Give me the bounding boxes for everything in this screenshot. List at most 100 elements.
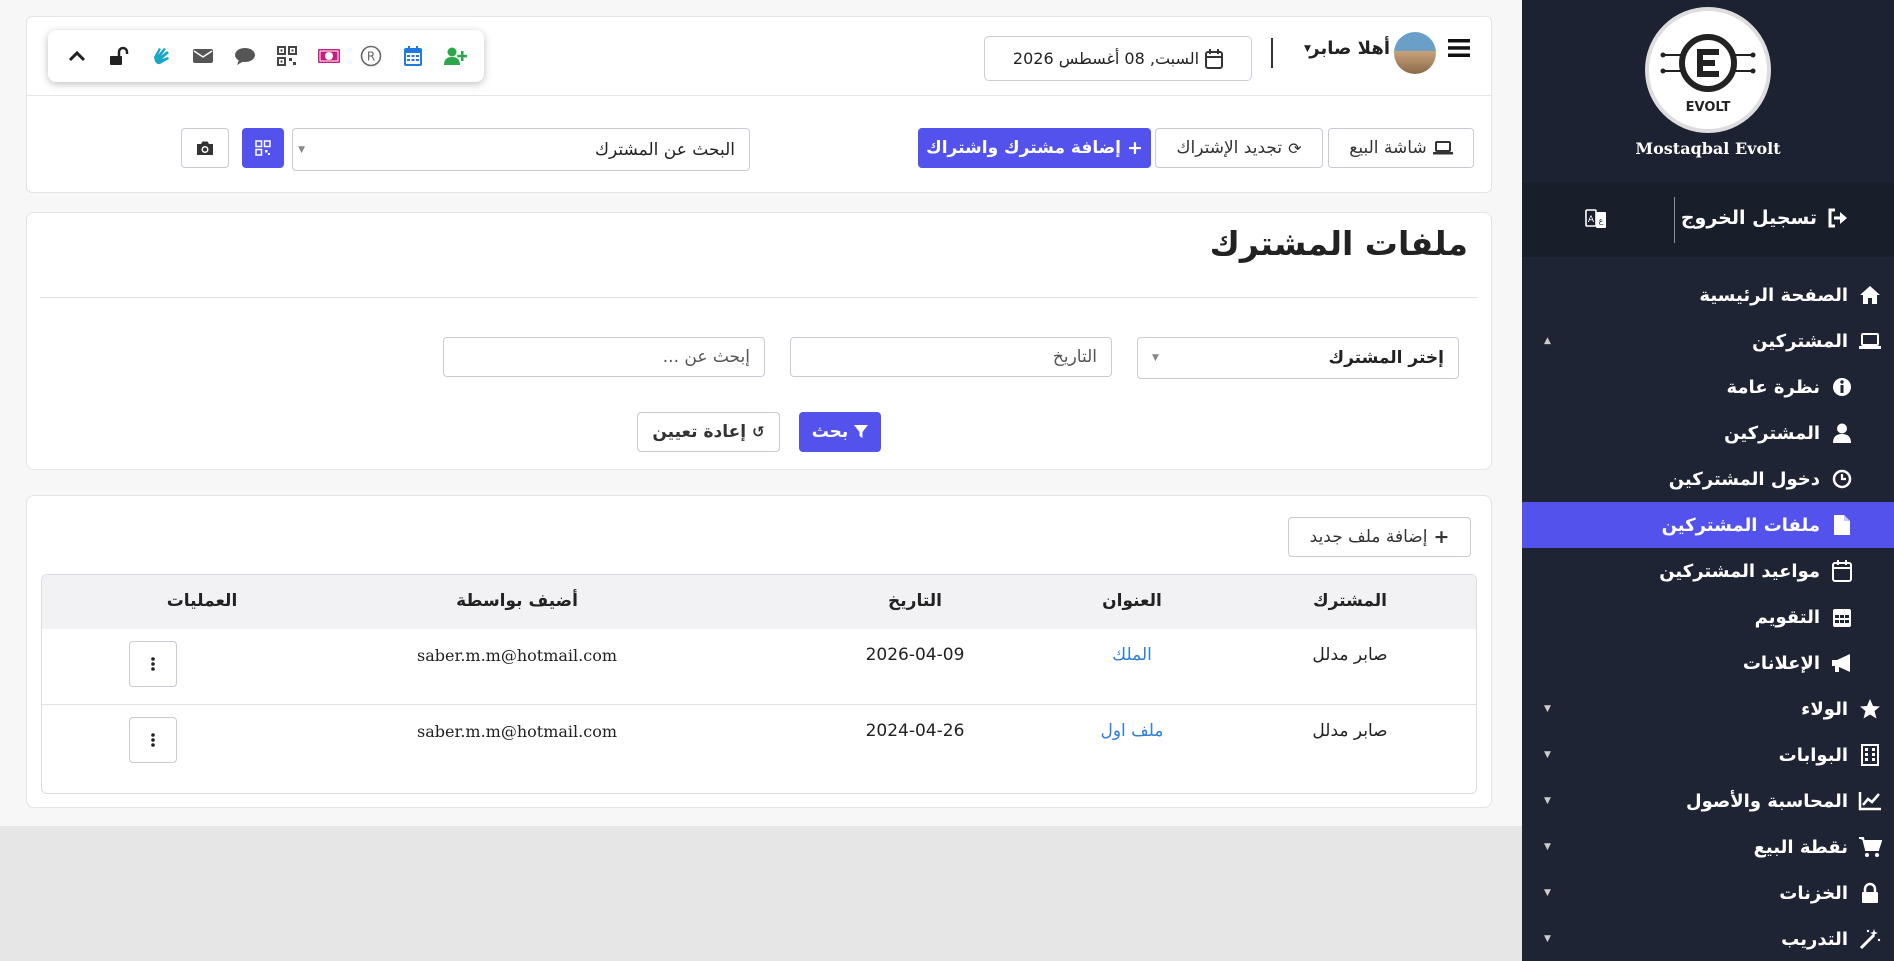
sidebar-item-label: مواعيد المشتركين	[1659, 560, 1820, 582]
sidebar-item-loyalty[interactable]: الولاء ▼	[1522, 686, 1894, 732]
search-input[interactable]	[443, 337, 765, 377]
sidebar-item-accounting[interactable]: المحاسبة والأصول ▼	[1522, 778, 1894, 824]
camera-icon	[197, 141, 213, 155]
home-icon	[1858, 283, 1882, 307]
svg-text:R: R	[367, 50, 375, 64]
cell-added-by: saber.m.m@hotmail.com	[416, 722, 618, 741]
registered-icon[interactable]: R	[359, 44, 383, 68]
sidebar-item-member-appointments[interactable]: مواعيد المشتركين	[1522, 548, 1894, 594]
laptop-icon	[1432, 141, 1453, 155]
caret-down-icon: ▼	[1544, 750, 1551, 760]
sidebar-item-label: ملفات المشتركين	[1661, 514, 1820, 536]
building-icon	[1858, 743, 1882, 767]
cell-title-link[interactable]: الملك	[1042, 645, 1222, 665]
svg-text:ع: ع	[1599, 216, 1604, 225]
user-icon	[1830, 421, 1854, 445]
unlock-icon[interactable]	[107, 44, 131, 68]
renew-subscription-label: تجديد الإشتراك	[1176, 138, 1283, 158]
reset-button[interactable]: ↺ إعادة تعيين	[637, 412, 780, 452]
sidebar-item-home[interactable]: الصفحة الرئيسية	[1522, 272, 1894, 318]
svg-text:EVOLT: EVOLT	[1686, 100, 1731, 115]
select-caret-icon: ▼	[298, 144, 305, 155]
sidebar-item-member-files[interactable]: ملفات المشتركين	[1522, 502, 1894, 548]
sidebar-item-training[interactable]: التدريب ▼	[1522, 916, 1894, 961]
sidebar-item-announcements[interactable]: الإعلانات	[1522, 640, 1894, 686]
sidebar-item-pos[interactable]: نقطة البيع ▼	[1522, 824, 1894, 870]
lock-icon	[1858, 881, 1882, 905]
pos-screen-label: شاشة البيع	[1349, 138, 1427, 158]
add-file-button[interactable]: + إضافة ملف جديد	[1288, 517, 1471, 557]
chevron-up-icon[interactable]	[65, 44, 89, 68]
camera-button[interactable]	[181, 128, 229, 168]
sidebar: EVOLT Mostaqbal Evolt تسجيل الخروج Aع ال…	[1522, 0, 1894, 961]
date-filter-input[interactable]	[790, 337, 1112, 377]
sidebar-item-label: الخزنات	[1779, 882, 1848, 904]
sidebar-item-label: دخول المشتركين	[1668, 468, 1820, 490]
sidebar-item-members[interactable]: المشتركين ▲	[1522, 318, 1894, 364]
language-icon[interactable]: Aع	[1584, 207, 1608, 231]
sidebar-item-overview[interactable]: نظرة عامة	[1522, 364, 1894, 410]
money-icon[interactable]	[317, 44, 341, 68]
add-file-label: إضافة ملف جديد	[1309, 527, 1428, 547]
renew-subscription-button[interactable]: ⟳ تجديد الإشتراك	[1155, 128, 1323, 168]
sidebar-item-label: الصفحة الرئيسية	[1699, 284, 1848, 306]
filter-icon	[854, 425, 869, 438]
user-greeting[interactable]: أهلا صابر	[1304, 38, 1390, 59]
member-select[interactable]: إختر المشترك ▼	[1137, 337, 1459, 379]
sidebar-item-label: المشتركين	[1724, 422, 1820, 444]
caret-up-icon: ▲	[1544, 336, 1551, 346]
sidebar-item-label: التقويم	[1754, 606, 1820, 628]
sidebar-menu: الصفحة الرئيسية المشتركين ▲ نظرة عامة ال…	[1522, 272, 1894, 961]
user-plus-icon[interactable]	[443, 44, 467, 68]
quick-toolbar: R	[48, 30, 484, 82]
column-header-added-by: أضيف بواسطة	[456, 591, 578, 611]
calendar-icon	[1830, 559, 1854, 583]
current-date: السبت, 08 أغسطس 2026	[1012, 49, 1200, 68]
column-header-actions: العمليات	[166, 591, 238, 611]
reset-button-label: إعادة تعيين	[652, 422, 747, 442]
sidebar-item-members-list[interactable]: المشتركين	[1522, 410, 1894, 456]
caret-down-icon: ▼	[1544, 704, 1551, 714]
qrcode-icon[interactable]	[275, 44, 299, 68]
hand-icon[interactable]	[149, 44, 173, 68]
calendar-outline-icon	[1205, 48, 1224, 69]
sidebar-item-gates[interactable]: البوابات ▼	[1522, 732, 1894, 778]
search-button-label: بحث	[811, 422, 849, 442]
member-search-select[interactable]: البحث عن المشترك ▼	[292, 128, 750, 171]
cart-icon	[1858, 835, 1882, 859]
qr-scan-button[interactable]	[242, 128, 284, 168]
info-icon	[1830, 375, 1854, 399]
sidebar-item-calendar[interactable]: التقويم	[1522, 594, 1894, 640]
select-caret-icon: ▼	[1152, 353, 1159, 363]
cell-member: صابر مدلل	[1312, 721, 1388, 741]
search-button[interactable]: بحث	[799, 412, 881, 452]
cell-date: 2024-04-26	[865, 721, 965, 741]
hamburger-menu-icon[interactable]	[1448, 38, 1470, 58]
undo-icon: ↺	[752, 423, 765, 441]
sidebar-item-member-checkin[interactable]: دخول المشتركين	[1522, 456, 1894, 502]
sidebar-item-label: المشتركين	[1752, 330, 1848, 352]
calendar-grid-icon	[1830, 605, 1854, 629]
sidebar-item-safes[interactable]: الخزنات ▼	[1522, 870, 1894, 916]
refresh-icon: ⟳	[1288, 138, 1302, 158]
avatar[interactable]	[1394, 32, 1436, 74]
add-member-subscription-button[interactable]: + إضافة مشترك واشتراك	[918, 128, 1151, 168]
calendar-icon[interactable]	[401, 44, 425, 68]
envelope-icon[interactable]	[191, 44, 215, 68]
pos-screen-button[interactable]: شاشة البيع	[1328, 128, 1474, 168]
date-display: السبت, 08 أغسطس 2026	[984, 36, 1252, 81]
sidebar-item-label: المحاسبة والأصول	[1685, 790, 1848, 812]
header-vertical-divider	[1271, 38, 1273, 68]
logout-button[interactable]: تسجيل الخروج	[1681, 207, 1849, 229]
laptop-icon	[1858, 329, 1882, 353]
sidebar-item-label: نظرة عامة	[1726, 376, 1821, 398]
cell-title-link[interactable]: ملف اول	[1042, 721, 1222, 741]
sidebar-item-label: الإعلانات	[1742, 652, 1820, 674]
vertical-ellipsis-icon	[151, 733, 155, 747]
comment-icon[interactable]	[233, 44, 257, 68]
qrcode-icon	[255, 140, 271, 156]
cell-member: صابر مدلل	[1312, 645, 1388, 665]
chart-line-icon	[1858, 789, 1882, 813]
row-actions-button[interactable]	[129, 717, 177, 763]
row-actions-button[interactable]	[129, 641, 177, 687]
